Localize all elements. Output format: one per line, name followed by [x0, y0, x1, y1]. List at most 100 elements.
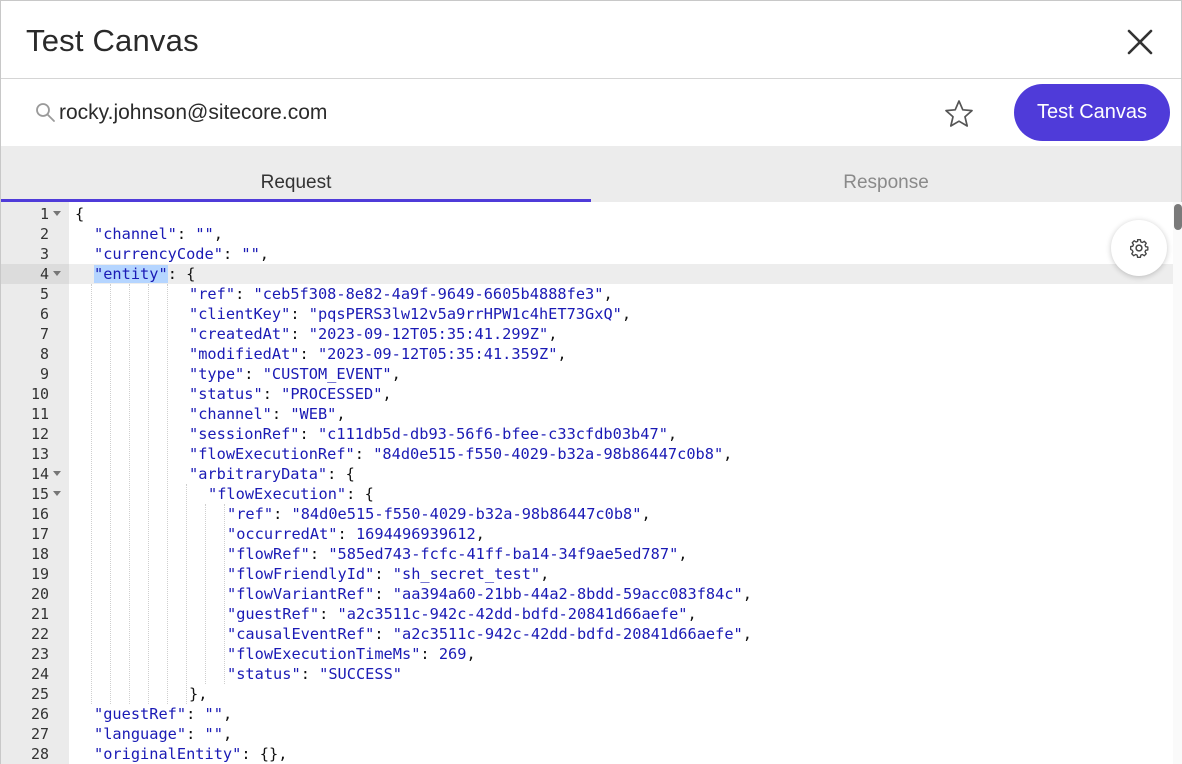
code-text: "channel": "WEB",: [189, 405, 346, 423]
code-line[interactable]: 1{: [1, 204, 1173, 224]
code-text: },: [189, 685, 208, 703]
dialog-title: Test Canvas: [26, 23, 199, 58]
code-line[interactable]: 25},: [1, 684, 1173, 704]
editor-scrollbar[interactable]: [1173, 202, 1182, 764]
code-line[interactable]: 24 "status": "SUCCESS": [1, 664, 1173, 684]
line-number: 28: [30, 745, 49, 763]
indent-guide: [186, 484, 187, 704]
code-line[interactable]: 13 "flowExecutionRef": "84d0e515-f550-402…: [1, 444, 1173, 464]
code-text: "arbitraryData": {: [189, 465, 355, 483]
code-line[interactable]: 9 "type": "CUSTOM_EVENT",: [1, 364, 1173, 384]
code-line[interactable]: 20 "flowVariantRef": "aa394a60-21bb-44a2-…: [1, 584, 1173, 604]
code-line[interactable]: 14 "arbitraryData": {: [1, 464, 1173, 484]
code-line[interactable]: 23 "flowExecutionTimeMs": 269,: [1, 644, 1173, 664]
editor-settings-button[interactable]: [1111, 220, 1167, 276]
line-number: 17: [30, 525, 49, 543]
line-number: 15: [30, 485, 49, 503]
line-number: 21: [30, 605, 49, 623]
code-text: "flowExecutionTimeMs": 269,: [227, 645, 476, 663]
code-line[interactable]: 7 "createdAt": "2023-09-12T05:35:41.299Z"…: [1, 324, 1173, 344]
code-text: "status": "SUCCESS": [227, 665, 402, 683]
star-icon[interactable]: [943, 98, 975, 130]
line-number: 16: [30, 505, 49, 523]
gear-icon: [1130, 239, 1149, 258]
code-text: "status": "PROCESSED",: [189, 385, 392, 403]
test-canvas-button[interactable]: Test Canvas: [1014, 84, 1170, 141]
code-text: "flowFriendlyId": "sh_secret_test",: [227, 565, 550, 583]
code-line[interactable]: 27 "language": "",: [1, 724, 1173, 744]
code-line[interactable]: 12 "sessionRef": "c111db5d-db93-56f6-bfee…: [1, 424, 1173, 444]
line-number: 9: [39, 365, 49, 383]
line-number: 14: [30, 465, 49, 483]
code-text: "originalEntity": {},: [94, 745, 288, 763]
guest-search-input[interactable]: [59, 94, 919, 132]
line-number: 8: [39, 345, 49, 363]
line-number: 3: [39, 245, 49, 263]
line-number: 12: [30, 425, 49, 443]
active-line-highlight: [69, 264, 1173, 284]
line-number: 4: [39, 265, 49, 283]
line-number: 20: [30, 585, 49, 603]
line-number: 19: [30, 565, 49, 583]
code-line[interactable]: 22 "causalEventRef": "a2c3511c-942c-42dd-…: [1, 624, 1173, 644]
line-number: 1: [39, 205, 49, 223]
fold-toggle-icon[interactable]: [53, 491, 61, 496]
code-line[interactable]: 4 "entity": {: [1, 264, 1173, 284]
test-canvas-dialog: Test Canvas Test Canvas Request Response: [0, 0, 1182, 764]
line-number: 26: [30, 705, 49, 723]
code-line[interactable]: 17 "occurredAt": 1694496939612,: [1, 524, 1173, 544]
code-text: "flowExecution": {: [208, 485, 374, 503]
code-text: {: [75, 205, 85, 223]
code-line[interactable]: 3 "currencyCode": "",: [1, 244, 1173, 264]
code-line[interactable]: 21 "guestRef": "a2c3511c-942c-42dd-bdfd-2…: [1, 604, 1173, 624]
code-line[interactable]: 18 "flowRef": "585ed743-fcfc-41ff-ba14-34…: [1, 544, 1173, 564]
code-line[interactable]: 10 "status": "PROCESSED",: [1, 384, 1173, 404]
scrollbar-thumb[interactable]: [1174, 204, 1182, 230]
fold-toggle-icon[interactable]: [53, 471, 61, 476]
line-number: 27: [30, 725, 49, 743]
code-line[interactable]: 5 "ref": "ceb5f308-8e82-4a9f-9649-6605b48…: [1, 284, 1173, 304]
indent-guide: [167, 284, 168, 704]
code-line[interactable]: 15 "flowExecution": {: [1, 484, 1173, 504]
fold-toggle-icon[interactable]: [53, 271, 61, 276]
line-number: 25: [30, 685, 49, 703]
code-text: "entity": {: [94, 265, 196, 283]
code-line[interactable]: 8 "modifiedAt": "2023-09-12T05:35:41.359Z…: [1, 344, 1173, 364]
code-text: "ref": "84d0e515-f550-4029-b32a-98b86447…: [227, 505, 651, 523]
request-code-editor[interactable]: 1{2 "channel": "", 3 "currencyCode": "", 4 "e…: [1, 202, 1182, 764]
code-line[interactable]: 11 "channel": "WEB",: [1, 404, 1173, 424]
code-text: "guestRef": "",: [94, 705, 233, 723]
code-text: "type": "CUSTOM_EVENT",: [189, 365, 401, 383]
code-line[interactable]: 26 "guestRef": "",: [1, 704, 1173, 724]
line-number: 6: [39, 305, 49, 323]
code-text: "causalEventRef": "a2c3511c-942c-42dd-bd…: [227, 625, 752, 643]
fold-toggle-icon[interactable]: [53, 211, 61, 216]
guest-search-bar: Test Canvas: [1, 80, 1181, 146]
line-number: 18: [30, 545, 49, 563]
code-text: "language": "",: [94, 725, 233, 743]
line-number: 5: [39, 285, 49, 303]
tab-request[interactable]: Request: [1, 146, 591, 202]
code-text: "flowRef": "585ed743-fcfc-41ff-ba14-34f9…: [227, 545, 688, 563]
code-text: "flowVariantRef": "aa394a60-21bb-44a2-8b…: [227, 585, 752, 603]
code-line[interactable]: 19 "flowFriendlyId": "sh_secret_test",: [1, 564, 1173, 584]
indent-guide: [224, 504, 225, 684]
code-line[interactable]: 2 "channel": "",: [1, 224, 1173, 244]
dialog-header: Test Canvas: [1, 1, 1181, 79]
code-line[interactable]: 6 "clientKey": "pqsPERS3lw12v5a9rrHPW1c4h…: [1, 304, 1173, 324]
indent-guide: [91, 284, 92, 704]
code-text: "sessionRef": "c111db5d-db93-56f6-bfee-c…: [189, 425, 678, 443]
code-text: "currencyCode": "",: [94, 245, 269, 263]
line-number: 13: [30, 445, 49, 463]
close-icon[interactable]: [1125, 27, 1155, 57]
tab-response[interactable]: Response: [591, 146, 1181, 202]
line-number: 10: [30, 385, 49, 403]
code-line[interactable]: 16 "ref": "84d0e515-f550-4029-b32a-98b864…: [1, 504, 1173, 524]
code-text: "clientKey": "pqsPERS3lw12v5a9rrHPW1c4hE…: [189, 305, 632, 323]
line-number: 7: [39, 325, 49, 343]
line-number: 22: [30, 625, 49, 643]
indent-guide: [148, 284, 149, 704]
code-text: "guestRef": "a2c3511c-942c-42dd-bdfd-208…: [227, 605, 697, 623]
code-text: "flowExecutionRef": "84d0e515-f550-4029-…: [189, 445, 733, 463]
code-line[interactable]: 28 "originalEntity": {},: [1, 744, 1173, 764]
